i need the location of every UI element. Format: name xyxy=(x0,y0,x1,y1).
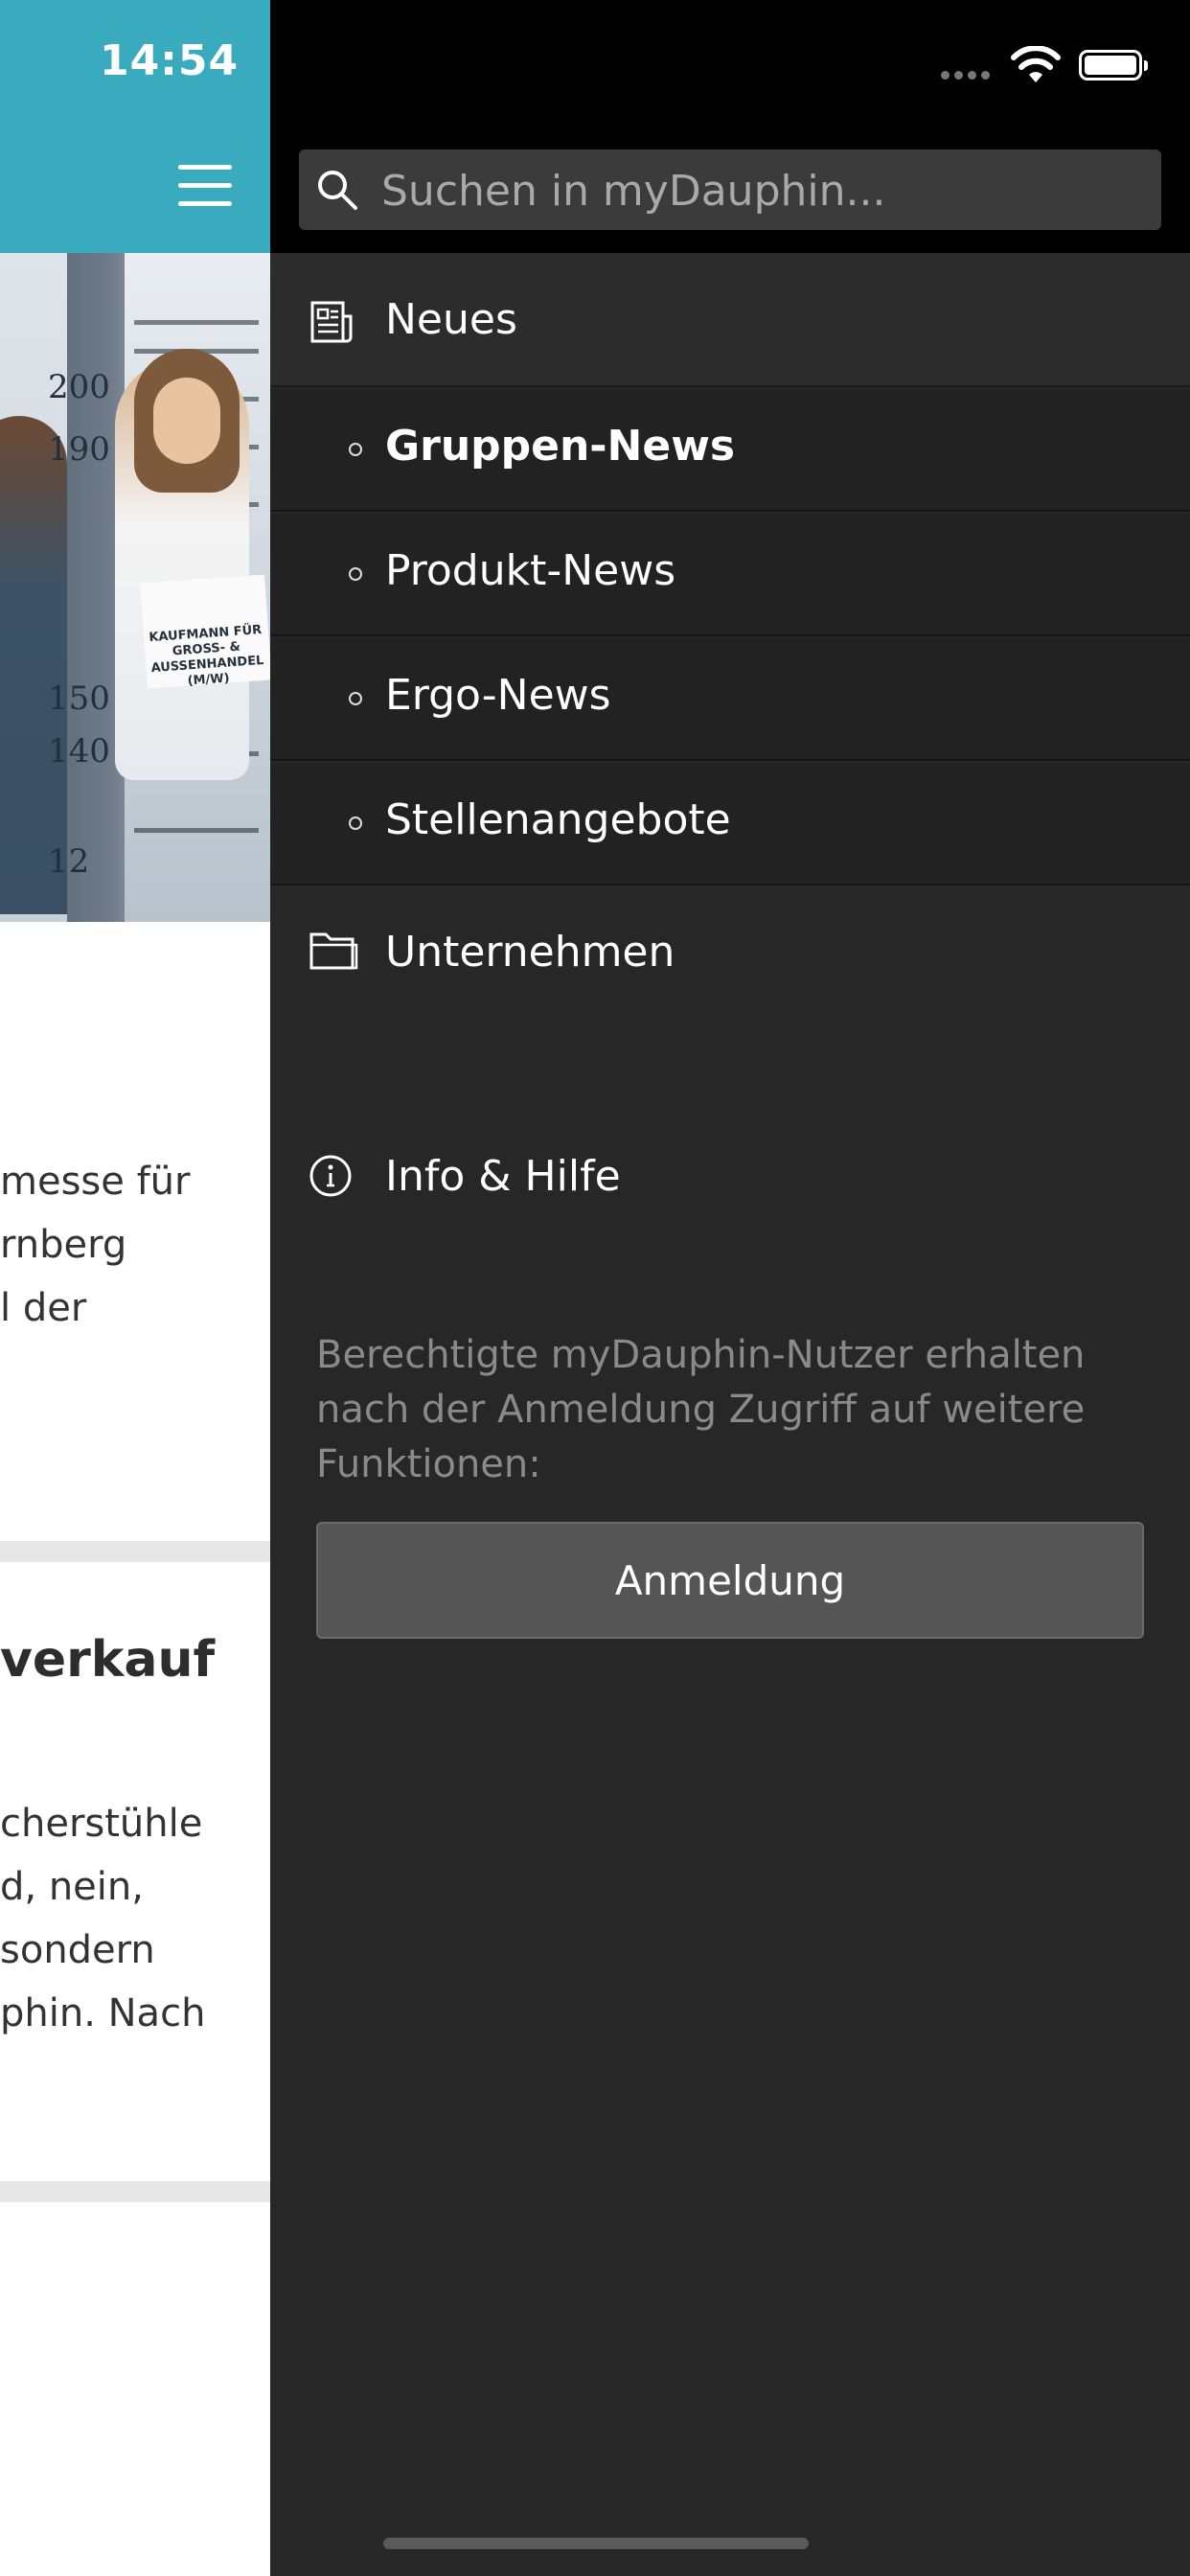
nav-label: Produkt-News xyxy=(385,546,676,595)
nav-item-info-hilfe[interactable]: Info & Hilfe xyxy=(270,1110,1190,1244)
search-bar[interactable] xyxy=(299,150,1161,232)
wifi-icon xyxy=(1011,46,1061,82)
hero-tick: 150 xyxy=(48,679,110,718)
signal-icon xyxy=(941,71,950,80)
nav-subitem-ergo-news[interactable]: Ergo-News xyxy=(270,638,1190,761)
login-button[interactable]: Anmeldung xyxy=(316,1522,1144,1639)
home-indicator[interactable] xyxy=(383,2538,809,2549)
hero-tick: 200 xyxy=(48,368,110,406)
nav-item-neues[interactable]: Neues xyxy=(270,253,1190,387)
background-page: 14:54 200 190 150 140 12 KAUFMANN FÜR GR… xyxy=(0,0,270,2576)
nav-label: Ergo-News xyxy=(385,671,611,720)
nav-label: Gruppen-News xyxy=(385,422,736,471)
nav-subitem-stellenangebote[interactable]: Stellenangebote xyxy=(270,763,1190,886)
hero-tick: 12 xyxy=(48,842,90,881)
article-text: d, nein, xyxy=(0,1865,144,1909)
folder-icon xyxy=(309,932,358,970)
app-header: 14:54 xyxy=(0,0,270,253)
bullet-icon xyxy=(349,816,362,830)
battery-icon xyxy=(1079,50,1148,80)
search-input[interactable] xyxy=(379,150,1140,232)
navigation-drawer: Neues Gruppen-News Produkt-News Ergo-New… xyxy=(270,0,1190,2576)
nav-subitem-produkt-news[interactable]: Produkt-News xyxy=(270,514,1190,636)
nav-label: Unternehmen xyxy=(385,928,675,977)
drawer-header xyxy=(270,0,1190,253)
status-indicators xyxy=(904,46,1148,84)
article-heading: verkauf xyxy=(0,1631,216,1689)
bullet-icon xyxy=(349,567,362,581)
nav-item-unternehmen[interactable]: Unternehmen xyxy=(270,886,1190,1020)
bullet-icon xyxy=(349,443,362,456)
article-text: sondern xyxy=(0,1928,155,1972)
nav-label: Neues xyxy=(385,295,517,344)
hero-tick: 140 xyxy=(48,732,110,770)
newspaper-icon xyxy=(310,301,353,343)
menu-icon[interactable] xyxy=(178,165,236,209)
article-text: messe für xyxy=(0,1160,191,1204)
article-text: phin. Nach xyxy=(0,1991,206,2036)
article-text: rnberg xyxy=(0,1223,127,1267)
info-icon xyxy=(309,1155,352,1197)
hero-image: 200 190 150 140 12 KAUFMANN FÜR GROSS- &… xyxy=(0,253,270,922)
divider xyxy=(0,2181,270,2202)
nav-subitem-gruppen-news[interactable]: Gruppen-News xyxy=(270,389,1190,512)
bullet-icon xyxy=(349,692,362,705)
login-note: Berechtigte myDauphin-Nutzer erhalten na… xyxy=(316,1333,1086,1486)
nav-label: Info & Hilfe xyxy=(385,1152,621,1201)
status-time: 14:54 xyxy=(100,36,240,85)
article-text: cherstühle xyxy=(0,1802,203,1846)
nav-label: Stellenangebote xyxy=(385,795,731,844)
search-icon xyxy=(318,171,357,210)
hero-tick: 190 xyxy=(48,430,110,469)
article-text: l der xyxy=(0,1286,87,1330)
divider xyxy=(0,1541,270,1562)
